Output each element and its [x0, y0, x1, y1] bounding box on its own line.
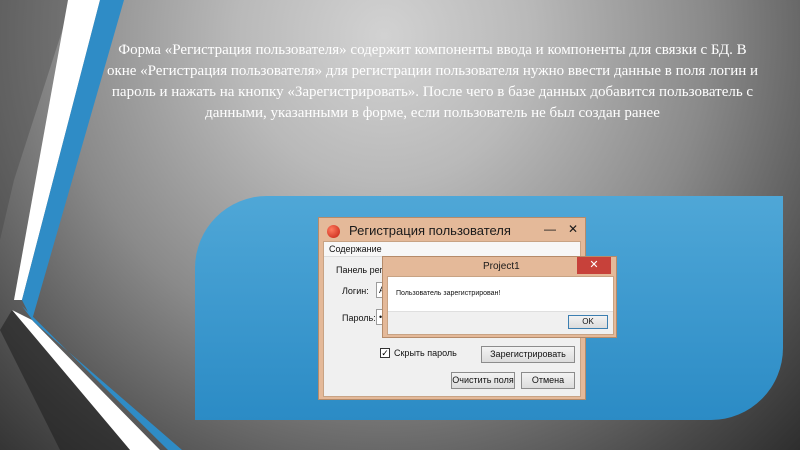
slide-caption: Форма «Регистрация пользователя» содержи… — [106, 42, 759, 121]
ok-button[interactable]: OK — [568, 315, 608, 329]
group-label: Панель реги — [336, 265, 388, 275]
hide-password-checkbox[interactable]: ✓ — [380, 348, 390, 358]
registration-title: Регистрация пользователя — [349, 223, 511, 238]
message-box-title: Project1 — [483, 261, 520, 272]
minimize-icon[interactable]: — — [544, 222, 556, 236]
close-icon[interactable]: ✕ — [568, 222, 578, 236]
cancel-button[interactable]: Отмена — [521, 372, 575, 389]
clear-fields-button[interactable]: Очистить поля — [451, 372, 515, 389]
message-box: Project1 ✕ Пользователь зарегистрирован!… — [382, 256, 617, 338]
password-label: Пароль: — [342, 313, 376, 323]
message-box-client: Пользователь зарегистрирован! OK — [387, 276, 614, 335]
hide-password-label: Скрыть пароль — [394, 348, 457, 358]
message-box-close-icon[interactable]: ✕ — [577, 257, 611, 274]
login-label: Логин: — [342, 286, 369, 296]
app-icon — [327, 225, 340, 238]
message-text: Пользователь зарегистрирован! — [396, 290, 501, 297]
register-button[interactable]: Зарегистрировать — [481, 346, 575, 363]
menu-item-contents[interactable]: Содержание — [329, 244, 382, 254]
